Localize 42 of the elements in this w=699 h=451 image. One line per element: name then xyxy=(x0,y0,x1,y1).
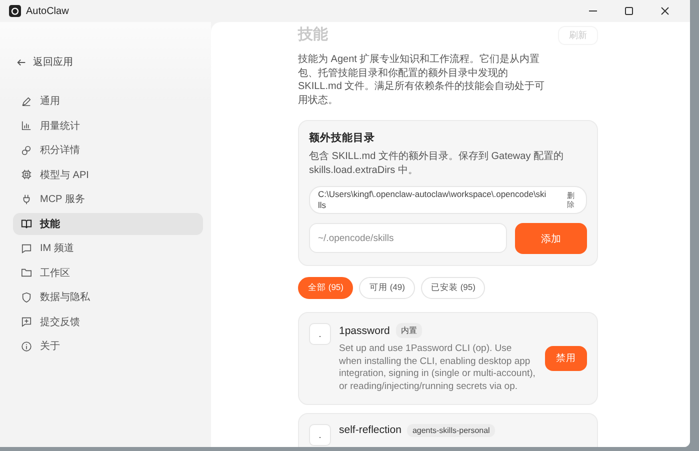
pencil-icon xyxy=(21,96,32,106)
skill-tag: agents-skills-personal xyxy=(407,424,495,437)
chip-icon xyxy=(21,169,32,180)
chat-bubble-icon xyxy=(21,242,32,254)
sidebar-item[interactable]: 技能 xyxy=(13,212,203,234)
sidebar-item[interactable]: 工作区 xyxy=(13,262,203,284)
skill-tag: 内置 xyxy=(396,323,422,338)
window-title: AutoClaw xyxy=(26,6,69,16)
directory-input-field[interactable]: ~/.opencode/skills xyxy=(309,223,507,253)
back-link[interactable]: 返回应用 xyxy=(13,52,203,72)
feedback-icon xyxy=(21,316,32,327)
bar-chart-icon xyxy=(21,120,32,131)
sidebar-item[interactable]: 关于 xyxy=(13,335,203,357)
sidebar-item[interactable]: 数据与隐私 xyxy=(13,286,203,308)
sidebar-item[interactable]: 通用 xyxy=(13,90,203,112)
skill-name: 1password xyxy=(339,324,390,336)
directory-path: C:\Users\kingf\.openclaw-autoclaw\workspace\.opencode\skills xyxy=(318,189,548,211)
sidebar-item[interactable]: IM 频道 xyxy=(13,237,203,259)
sidebar-item[interactable]: 模型与 API xyxy=(13,164,203,186)
shield-icon xyxy=(21,292,32,302)
folder-icon xyxy=(21,267,32,278)
sidebar-item[interactable]: 用量统计 xyxy=(13,114,203,136)
maximize-icon[interactable] xyxy=(624,6,634,16)
sidebar-item[interactable]: MCP 服务 xyxy=(13,188,203,210)
info-icon xyxy=(21,340,32,352)
card-description: 包含 SKILL.md 文件的额外目录。保存到 Gateway 配置的 skills.load.extraDirs 中。 xyxy=(309,150,564,178)
skill-name: self-reflection xyxy=(339,424,402,436)
filter-tab[interactable]: 已安装 (95) xyxy=(420,277,486,299)
coins-icon xyxy=(21,144,32,156)
sidebar-item[interactable]: 积分详情 xyxy=(13,139,203,161)
back-arrow-icon xyxy=(16,56,27,68)
card-title: 额外技能目录 xyxy=(309,131,376,145)
filter-tab[interactable]: 可用 (49) xyxy=(359,277,415,299)
plug-icon xyxy=(21,194,32,204)
close-icon[interactable] xyxy=(660,6,670,16)
sidebar-item[interactable]: 提交反馈 xyxy=(13,310,203,332)
book-icon xyxy=(21,218,32,229)
page-description: 技能为 Agent 扩展专业知识和工作流程。它们是从内置包、托管技能目录和你配置的额外目录中发现的 SKILL.md 文件。满足所有依赖条件的技能会自动处于可用状态。 xyxy=(298,53,546,107)
skill-icon: . xyxy=(309,323,331,345)
app-logo-icon xyxy=(9,5,21,17)
skill-description: Set up and use 1Password CLI (op). Use when installing the CLI, enabling desktop app integration, signing in (single or multi-account), or reading/injecting/running secrets via op. xyxy=(339,343,536,394)
skill-icon: . xyxy=(309,424,331,446)
